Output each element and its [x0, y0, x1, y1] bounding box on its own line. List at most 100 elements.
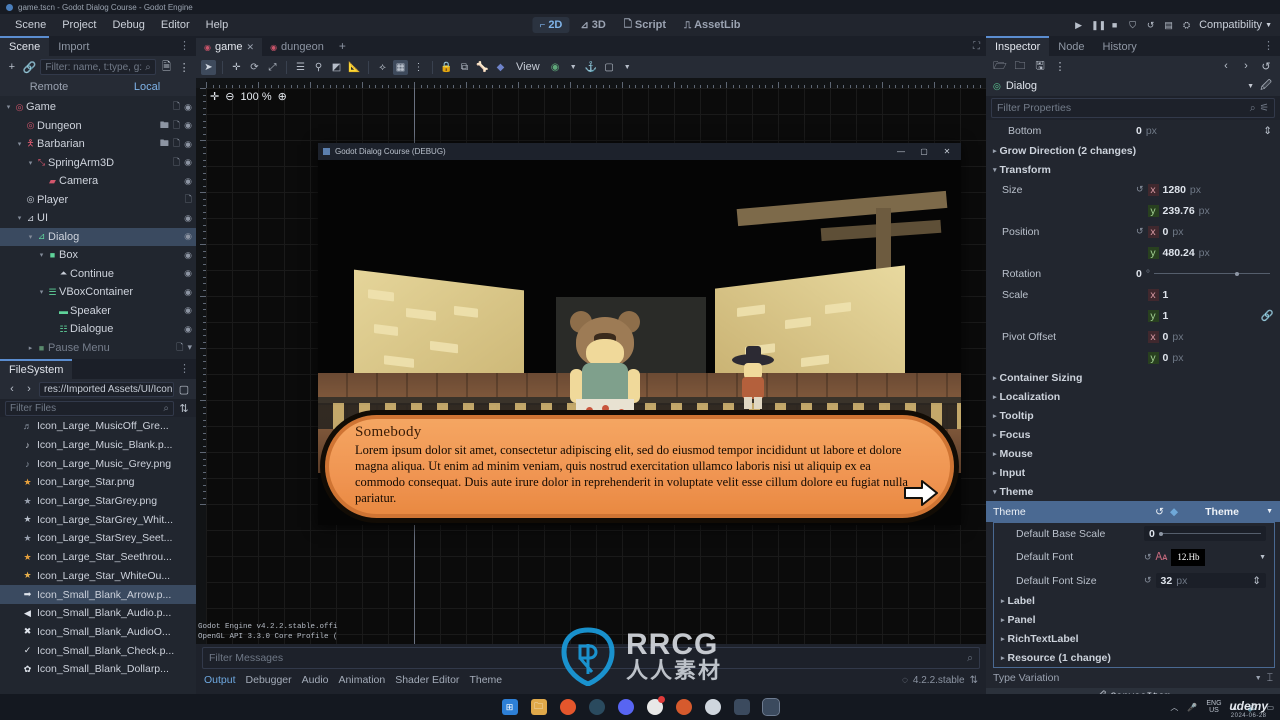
chevron-down-icon[interactable]: ▼: [1255, 675, 1262, 682]
theme-subsection-panel[interactable]: ▸ Panel: [994, 610, 1274, 629]
menu-item-scene[interactable]: Scene: [8, 17, 53, 33]
file-item[interactable]: ★ Icon_Large_Star_Seethrou...: [0, 548, 196, 567]
property-value[interactable]: 480.24: [1163, 247, 1195, 259]
scene-tree-item-speaker[interactable]: ▬ Speaker ◉: [0, 302, 196, 321]
game-viewport[interactable]: Somebody Lorem ipsum dolor sit amet, con…: [318, 160, 961, 525]
microphone-icon[interactable]: 🎤: [1187, 703, 1197, 712]
property-value[interactable]: 1: [1163, 289, 1169, 301]
revert-icon[interactable]: ↺: [1144, 575, 1152, 586]
tab-2d[interactable]: ⌐ 2D: [532, 17, 570, 33]
godot-icon[interactable]: [733, 699, 750, 715]
scene-tree-item-springarm3d[interactable]: ▾ ⤡ SpringArm3D 🗋 ◉: [0, 154, 196, 173]
chevron-down-icon[interactable]: ▼: [1259, 554, 1266, 561]
tab-audio[interactable]: Audio: [302, 674, 329, 686]
history-icon[interactable]: ↺: [1259, 59, 1273, 73]
file-item[interactable]: ★ Icon_Large_Star_WhiteOu...: [0, 567, 196, 586]
play-scene-icon[interactable]: ⛉: [1127, 20, 1138, 31]
link-ratio-icon[interactable]: 🔗: [1261, 309, 1280, 322]
dialog-box[interactable]: Somebody Lorem ipsum dolor sit amet, con…: [320, 410, 959, 523]
close-icon[interactable]: ✕: [247, 42, 255, 53]
scene-tree-item-ui[interactable]: ▾ ⊿ UI ◉: [0, 209, 196, 228]
file-filter-input[interactable]: Filter Files ⌕: [5, 400, 174, 416]
windows-start-icon[interactable]: ⊞: [501, 699, 518, 715]
visibility-icon[interactable]: ◉: [184, 176, 192, 187]
move-icon[interactable]: ✛: [229, 60, 244, 75]
anchor-mode-icon[interactable]: ◩: [329, 60, 344, 75]
property-default-font[interactable]: Default Font ↺ 🗛 12.Hb ▼: [994, 544, 1274, 570]
property-rotation[interactable]: Rotation 0 °: [986, 263, 1280, 284]
snap-options-icon[interactable]: ⋮: [411, 60, 426, 75]
script-icon[interactable]: 🗋: [173, 118, 180, 134]
menu-item-project[interactable]: Project: [55, 17, 103, 33]
property-section-container-sizing[interactable]: ▸ Container Sizing: [986, 368, 1280, 387]
property-value[interactable]: 1: [1163, 310, 1169, 322]
property-size[interactable]: Size ↺ x 1280 px: [986, 179, 1280, 200]
tab-shader-editor[interactable]: Shader Editor: [395, 674, 459, 686]
visibility-icon[interactable]: ◉: [184, 213, 192, 224]
file-item[interactable]: ★ Icon_Large_Star.png: [0, 473, 196, 492]
game-window[interactable]: Godot Dialog Course (DEBUG) — ▢ ✕ Somebo…: [318, 143, 961, 525]
filesystem-menu-icon[interactable]: ⋮: [179, 362, 190, 375]
property-value[interactable]: 0: [1163, 352, 1169, 364]
group-icon[interactable]: ⧉: [457, 60, 472, 75]
zoom-out-icon[interactable]: ⊖: [225, 90, 234, 103]
menu-item-debug[interactable]: Debug: [105, 17, 151, 33]
property-value[interactable]: 0: [1136, 268, 1142, 280]
property-vector-component[interactable]: ↺y480.24px: [986, 242, 1280, 263]
movie-icon[interactable]: ▤: [1163, 20, 1174, 31]
tab-theme[interactable]: Theme: [469, 674, 502, 686]
tree-expand-arrow[interactable]: ▾: [26, 233, 35, 241]
visibility-icon[interactable]: ◉: [184, 268, 192, 279]
history-forward-icon[interactable]: ›: [1239, 59, 1253, 73]
chevron-down-icon[interactable]: ▼: [566, 60, 581, 75]
visibility-icon[interactable]: ◉: [184, 324, 192, 335]
ruler2-icon[interactable]: 📐: [347, 60, 362, 75]
scale-icon[interactable]: ⤢: [265, 60, 280, 75]
canvas-viewport[interactable]: ✛ ⊖ 100 % ⊕ So Lor lab lab: [196, 78, 986, 644]
fps-icon[interactable]: ⇅: [970, 675, 978, 686]
file-item[interactable]: ♬ Icon_Large_MusicOff_Gre...: [0, 417, 196, 436]
add-scene-icon[interactable]: +: [332, 36, 353, 56]
scene-tree-item-continue[interactable]: ⏶ Continue ◉: [0, 265, 196, 284]
game-window-titlebar[interactable]: Godot Dialog Course (DEBUG) — ▢ ✕: [318, 143, 961, 160]
theme-subsection-richtextlabel[interactable]: ▸ RichTextLabel: [994, 629, 1274, 648]
scene-tree-item-dialog[interactable]: ▾ ⊿ Dialog ◉: [0, 227, 196, 246]
property-section-mouse[interactable]: ▸ Mouse: [986, 444, 1280, 463]
language-indicator[interactable]: ENG US: [1206, 700, 1221, 715]
expand-viewport-icon[interactable]: ⛶: [973, 41, 980, 52]
maximize-icon[interactable]: ▢: [915, 147, 933, 156]
tab-assetlib[interactable]: ⎍ AssetLib: [677, 17, 747, 33]
property-section-focus[interactable]: ▸ Focus: [986, 425, 1280, 444]
file-explorer-icon[interactable]: 🗀: [530, 699, 547, 715]
property-value[interactable]: 0: [1136, 125, 1142, 137]
anchor-icon[interactable]: ⚓: [584, 60, 599, 75]
property-bottom[interactable]: Bottom 0 px ⇕: [986, 120, 1280, 141]
filter-options-icon[interactable]: ⚟: [1260, 102, 1269, 114]
stop-icon[interactable]: ■: [1109, 20, 1120, 30]
file-item[interactable]: ✓ Icon_Small_Blank_Check.p...: [0, 641, 196, 660]
spinner-icon[interactable]: ⇕: [1263, 125, 1280, 137]
scene-options-icon[interactable]: ⋮: [177, 60, 191, 74]
file-item[interactable]: ✿ Icon_Small_Blank_Dollarp...: [0, 660, 196, 679]
script-icon[interactable]: 🗋: [185, 192, 192, 208]
list-icon[interactable]: ☰: [293, 60, 308, 75]
visibility-icon[interactable]: ◉: [184, 231, 192, 242]
sort-icon[interactable]: ⇅: [177, 401, 191, 415]
tree-expand-arrow[interactable]: ▾: [37, 251, 46, 259]
tab-node[interactable]: Node: [1049, 38, 1093, 56]
tree-expand-arrow[interactable]: ▾: [15, 214, 24, 222]
visibility-icon[interactable]: ◉: [184, 120, 192, 131]
revert-icon[interactable]: ↺: [1155, 506, 1164, 518]
property-value[interactable]: 0: [1163, 331, 1169, 343]
bone-icon[interactable]: 🦴: [475, 60, 490, 75]
property-vector-component[interactable]: ↺y0px: [986, 347, 1280, 368]
select-icon[interactable]: ➤: [201, 59, 216, 75]
inspected-node-row[interactable]: ◎ Dialog ▼ 🖉: [986, 76, 1280, 96]
property-value[interactable]: 0: [1163, 226, 1169, 238]
grid-snap-icon[interactable]: ▦: [393, 59, 408, 75]
file-item[interactable]: ✖ Icon_Small_Blank_AudioO...: [0, 623, 196, 642]
theme-subsection-resource[interactable]: ▸ Resource (1 change): [994, 648, 1274, 667]
zoom-level[interactable]: 100 %: [240, 91, 271, 103]
chevron-down-icon[interactable]: ▼: [1247, 83, 1254, 90]
add-node-icon[interactable]: +: [5, 60, 19, 74]
